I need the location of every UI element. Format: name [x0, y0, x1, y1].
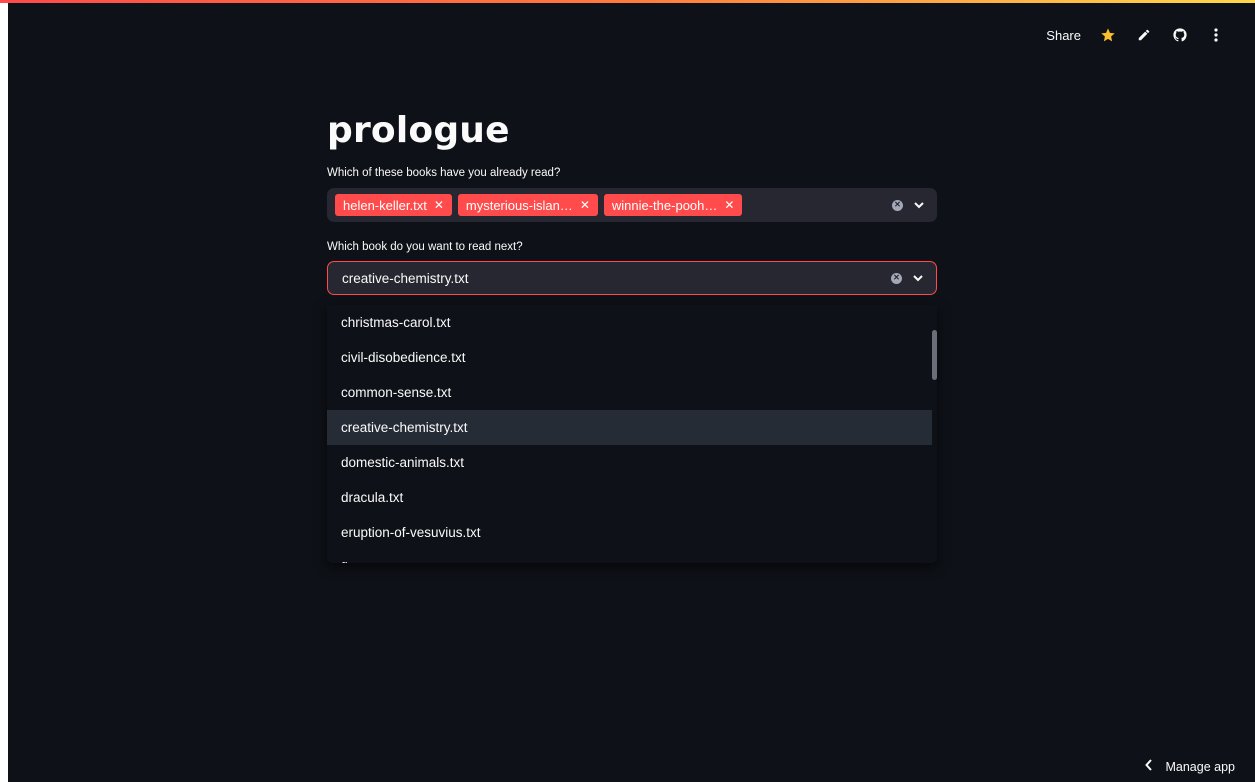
- option-dracula[interactable]: dracula.txt: [327, 480, 932, 515]
- chevron-down-icon[interactable]: [912, 272, 924, 284]
- selected-value: creative-chemistry.txt: [342, 270, 469, 286]
- star-icon[interactable]: [1099, 26, 1117, 44]
- manage-app-label: Manage app: [1165, 759, 1235, 774]
- remove-tag-icon[interactable]: ✕: [724, 198, 734, 212]
- clear-all-icon[interactable]: ✕: [892, 199, 903, 211]
- option-domestic-animals[interactable]: domestic-animals.txt: [327, 445, 932, 480]
- tag-mysterious-island: mysterious-islan… ✕: [457, 194, 598, 216]
- remove-tag-icon[interactable]: ✕: [434, 198, 444, 212]
- tag-winnie-the-pooh: winnie-the-pooh… ✕: [603, 194, 743, 216]
- option-eruption-of-vesuvius[interactable]: eruption-of-vesuvius.txt: [327, 515, 932, 550]
- option-partial[interactable]: fi…: [327, 550, 932, 563]
- next-book-select[interactable]: creative-chemistry.txt ✕: [327, 261, 937, 295]
- chevron-left-icon: [1145, 759, 1153, 774]
- toolbar: Share: [1046, 24, 1225, 46]
- next-book-dropdown-list: christmas-carol.txt civil-disobedience.t…: [327, 305, 937, 563]
- remove-tag-icon[interactable]: ✕: [580, 198, 590, 212]
- option-common-sense[interactable]: common-sense.txt: [327, 375, 932, 410]
- left-window-edge: [0, 0, 8, 782]
- dropdown-scrollbar[interactable]: [932, 330, 937, 380]
- tag-label: helen-keller.txt: [343, 197, 427, 213]
- option-christmas-carol[interactable]: christmas-carol.txt: [327, 305, 932, 340]
- tag-label: mysterious-islan…: [465, 197, 573, 213]
- pencil-icon[interactable]: [1135, 26, 1153, 44]
- read-books-multiselect[interactable]: helen-keller.txt ✕ mysterious-islan… ✕ w…: [327, 188, 937, 222]
- manage-app-button[interactable]: Manage app: [1145, 759, 1235, 774]
- option-civil-disobedience[interactable]: civil-disobedience.txt: [327, 340, 932, 375]
- read-books-label: Which of these books have you already re…: [327, 167, 561, 179]
- top-accent-bar: [0, 0, 1255, 3]
- clear-selection-icon[interactable]: ✕: [891, 272, 902, 284]
- more-vertical-icon[interactable]: [1207, 26, 1225, 44]
- tag-helen-keller: helen-keller.txt ✕: [335, 194, 452, 216]
- option-creative-chemistry[interactable]: creative-chemistry.txt: [327, 410, 932, 445]
- github-icon[interactable]: [1171, 26, 1189, 44]
- share-button[interactable]: Share: [1046, 28, 1081, 43]
- tag-label: winnie-the-pooh…: [611, 197, 718, 213]
- page-title: prologue: [327, 110, 510, 151]
- next-book-label: Which book do you want to read next?: [327, 241, 523, 253]
- chevron-down-icon[interactable]: [913, 199, 925, 211]
